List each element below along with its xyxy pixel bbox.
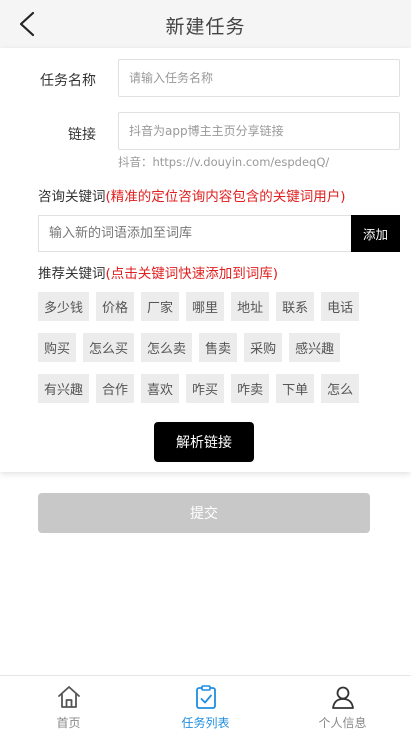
submit-button[interactable]: 提交 [38,493,370,533]
page-title: 新建任务 [165,16,246,38]
consult-keywords-heading: 咨询关键词(精准的定位咨询内容包含的关键词用户) [38,185,346,205]
link-hint: 抖音：https://v.douyin.com/espdeqQ/ [118,155,330,169]
keyword-tag[interactable]: 咋卖 [231,374,270,403]
tab-profile[interactable]: 个人信息 [274,676,411,733]
keyword-tag[interactable]: 采购 [244,333,283,362]
bottom-tab-bar: 首页 任务列表 个人信息 [0,675,411,733]
header-bar: 新建任务 [0,0,411,48]
clipboard-icon [195,685,216,709]
consult-keywords-title: 咨询关键词 [38,189,106,205]
tab-label: 任务列表 [181,716,230,730]
recommend-keywords-title: 推荐关键词 [38,266,106,282]
keyword-tag[interactable]: 购买 [38,333,77,362]
task-name-input[interactable] [118,59,400,97]
keyword-tag[interactable]: 电话 [321,292,360,321]
tag-row: 购买 怎么买 怎么卖 售卖 采购 感兴趣 [38,333,400,362]
keyword-tag[interactable]: 怎么卖 [141,333,193,362]
parse-link-button[interactable]: 解析链接 [154,422,254,462]
user-icon [331,686,354,709]
keyword-tag[interactable]: 厂家 [141,292,180,321]
keyword-tag[interactable]: 联系 [276,292,315,321]
add-keyword-button[interactable]: 添加 [351,215,400,252]
tab-label: 首页 [56,716,81,730]
keyword-tag[interactable]: 地址 [231,292,270,321]
task-name-label: 任务名称 [40,73,96,89]
recommend-keywords-note: (点击关键词快速添加到词库) [105,266,279,282]
keyword-tag[interactable]: 喜欢 [141,374,180,403]
keyword-tag[interactable]: 售卖 [199,333,238,362]
task-form-card: 任务名称 链接 抖音：https://v.douyin.com/espdeqQ/… [0,48,411,472]
keyword-tag[interactable]: 咋买 [186,374,225,403]
recommend-keywords-heading: 推荐关键词(点击关键词快速添加到词库) [38,262,278,282]
recommended-tags: 多少钱 价格 厂家 哪里 地址 联系 电话 购买 怎么买 怎么卖 售卖 采购 感… [38,292,400,403]
keyword-tag[interactable]: 价格 [96,292,135,321]
keyword-tag[interactable]: 多少钱 [38,292,90,321]
consult-keywords-note: (精准的定位咨询内容包含的关键词用户) [105,189,346,205]
keyword-tag[interactable]: 合作 [96,374,135,403]
link-input[interactable] [118,112,400,150]
keyword-tag[interactable]: 怎么 [321,374,360,403]
keyword-tag[interactable]: 哪里 [186,292,225,321]
keyword-tag[interactable]: 有兴趣 [38,374,90,403]
tag-row: 有兴趣 合作 喜欢 咋买 咋卖 下单 怎么 [38,374,400,403]
keyword-input-group: 添加 [38,215,400,252]
keyword-tag[interactable]: 下单 [276,374,315,403]
home-icon [57,686,80,708]
link-label: 链接 [68,127,96,143]
keyword-input[interactable] [39,216,352,251]
tab-home[interactable]: 首页 [0,676,137,733]
keyword-tag[interactable]: 怎么买 [83,333,135,362]
tag-row: 多少钱 价格 厂家 哪里 地址 联系 电话 [38,292,400,321]
tab-label: 个人信息 [318,716,367,730]
keyword-tag[interactable]: 感兴趣 [289,333,341,362]
tab-task-list[interactable]: 任务列表 [137,676,274,733]
